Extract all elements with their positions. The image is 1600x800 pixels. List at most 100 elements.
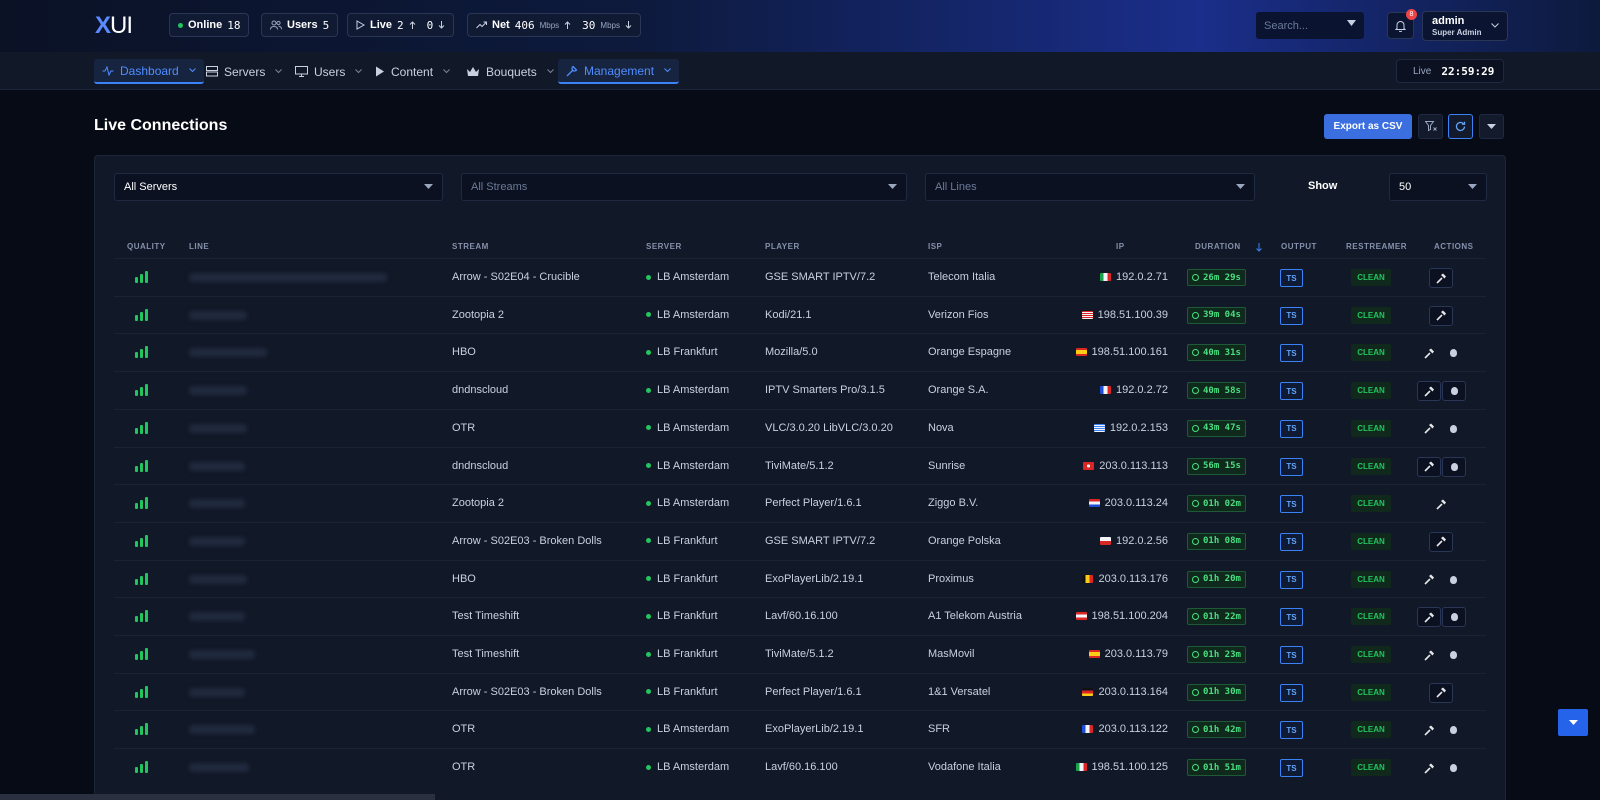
nav-bouquets[interactable]: Bouquets [458, 59, 562, 84]
table-row[interactable]: HBO LB Frankfurt Mozilla/5.0 Orange Espagne… [114, 333, 1486, 371]
table-row[interactable]: OTR LB Amsterdam VLC/3.0.20 LibVLC/3.0.20 N… [114, 408, 1486, 447]
kill-button[interactable] [1441, 570, 1465, 590]
line-username-redacted[interactable] [189, 499, 245, 509]
kick-button[interactable] [1417, 570, 1441, 590]
kick-button[interactable] [1417, 720, 1441, 740]
ip-address[interactable]: 192.0.2.71 [1100, 271, 1168, 283]
kill-button[interactable] [1441, 645, 1465, 665]
stream-name[interactable]: Arrow - S02E04 - Crucible [452, 271, 580, 283]
line-username-redacted[interactable] [189, 461, 245, 471]
ip-address[interactable]: 192.0.2.56 [1100, 535, 1168, 547]
table-row[interactable]: OTR LB Amsterdam Lavf/60.16.100 Vodafone It… [114, 748, 1486, 786]
ip-address[interactable]: 192.0.2.153 [1093, 422, 1168, 434]
ip-address[interactable]: 203.0.113.164 [1082, 686, 1168, 698]
ip-address[interactable]: 203.0.113.176 [1082, 573, 1168, 585]
ip-address[interactable]: 203.0.113.79 [1088, 648, 1168, 660]
kick-button[interactable] [1417, 381, 1441, 402]
clear-filters-button[interactable] [1418, 114, 1443, 139]
horizontal-scrollbar[interactable] [0, 794, 435, 800]
refresh-button[interactable] [1448, 114, 1473, 139]
kick-button[interactable] [1429, 682, 1453, 703]
kill-button[interactable] [1441, 343, 1465, 363]
col-stream[interactable]: STREAM [452, 242, 489, 251]
table-row[interactable]: Test Timeshift LB Frankfurt TiviMate/5.1.2… [114, 635, 1486, 673]
table-row[interactable]: Zootopia 2 LB Amsterdam Perfect Player/1.6… [114, 484, 1486, 522]
ip-address[interactable]: 203.0.113.24 [1088, 497, 1168, 509]
kick-button[interactable] [1417, 758, 1441, 778]
stream-name[interactable]: Arrow - S02E03 - Broken Dolls [452, 535, 602, 547]
col-ip[interactable]: IP [1116, 242, 1125, 251]
stream-name[interactable]: HBO [452, 573, 476, 585]
search-input[interactable] [1264, 19, 1344, 32]
nav-dashboard[interactable]: Dashboard [94, 59, 204, 84]
col-server[interactable]: SERVER [646, 242, 682, 251]
line-username-redacted[interactable] [189, 612, 245, 622]
stream-name[interactable]: OTR [452, 422, 475, 434]
page-size-select[interactable]: 50 [1389, 173, 1487, 201]
nav-management[interactable]: Management [558, 59, 680, 84]
stream-name[interactable]: OTR [452, 723, 475, 735]
ip-address[interactable]: 203.0.113.113 [1083, 460, 1168, 472]
stream-name[interactable]: Arrow - S02E03 - Broken Dolls [452, 686, 602, 698]
table-row[interactable]: Test Timeshift LB Frankfurt Lavf/60.16.100… [114, 597, 1486, 635]
line-username-redacted[interactable] [189, 536, 245, 546]
col-restreamer[interactable]: RESTREAMER [1346, 242, 1407, 251]
line-username-redacted[interactable] [189, 348, 267, 358]
line-username-redacted[interactable] [189, 650, 255, 659]
stream-name[interactable]: HBO [452, 346, 476, 358]
kick-button[interactable] [1429, 305, 1453, 326]
kick-button[interactable] [1417, 607, 1441, 628]
col-duration[interactable]: DURATION [1195, 242, 1241, 251]
kill-button[interactable] [1442, 607, 1466, 628]
stream-name[interactable]: Zootopia 2 [452, 497, 504, 509]
notifications-button[interactable]: 8 [1387, 9, 1417, 39]
table-row[interactable]: Arrow - S02E03 - Broken Dolls LB Frankfur… [114, 672, 1486, 711]
col-quality[interactable]: QUALITY [127, 242, 166, 251]
kick-button[interactable] [1417, 645, 1441, 665]
ip-address[interactable]: 192.0.2.72 [1100, 384, 1168, 396]
kill-button[interactable] [1442, 381, 1466, 402]
table-row[interactable]: Arrow - S02E03 - Broken Dolls LB Frankfur… [114, 521, 1486, 560]
col-output[interactable]: OUTPUT [1281, 242, 1317, 251]
kick-button[interactable] [1429, 531, 1453, 552]
scroll-to-top-button[interactable] [1558, 709, 1588, 736]
line-username-redacted[interactable] [189, 386, 247, 396]
kick-button[interactable] [1417, 343, 1441, 363]
ip-address[interactable]: 198.51.100.125 [1075, 761, 1168, 773]
line-username-redacted[interactable] [189, 574, 247, 584]
line-username-redacted[interactable] [189, 763, 249, 773]
kick-button[interactable] [1417, 456, 1441, 477]
line-username-redacted[interactable] [189, 687, 245, 697]
kill-button[interactable] [1441, 720, 1465, 740]
table-row[interactable]: HBO LB Frankfurt ExoPlayerLib/2.19.1 Proxim… [114, 559, 1486, 598]
streams-select[interactable]: All Streams [461, 173, 907, 201]
chevron-down-icon[interactable] [1347, 20, 1356, 26]
stream-name[interactable]: Zootopia 2 [452, 309, 504, 321]
line-username-redacted[interactable] [189, 725, 255, 735]
stream-name[interactable]: OTR [452, 761, 475, 773]
lines-select[interactable]: All Lines [925, 173, 1255, 201]
line-username-redacted[interactable] [189, 273, 387, 282]
more-options-button[interactable] [1479, 114, 1504, 139]
line-username-redacted[interactable] [189, 310, 247, 320]
table-row[interactable]: OTR LB Amsterdam ExoPlayerLib/2.19.1 SFR 203… [114, 710, 1486, 748]
ip-address[interactable]: 198.51.100.161 [1075, 346, 1168, 358]
sort-arrow-icon[interactable] [1256, 243, 1262, 252]
ip-address[interactable]: 198.51.100.204 [1075, 610, 1168, 622]
col-line[interactable]: LINE [189, 242, 209, 251]
nav-users[interactable]: Users [287, 59, 370, 84]
kick-button[interactable] [1417, 419, 1441, 439]
kill-button[interactable] [1442, 456, 1466, 477]
user-menu[interactable]: admin Super Admin [1422, 11, 1508, 41]
stream-name[interactable]: Test Timeshift [452, 648, 519, 660]
kick-button[interactable] [1429, 268, 1453, 288]
ip-address[interactable]: 198.51.100.39 [1081, 309, 1168, 321]
table-row[interactable]: Arrow - S02E04 - Crucible LB Amsterdam GSE… [114, 258, 1486, 296]
col-player[interactable]: PLAYER [765, 242, 800, 251]
servers-select[interactable]: All Servers [114, 173, 443, 201]
stream-name[interactable]: dndnscloud [452, 460, 508, 472]
app-logo[interactable]: XUI [95, 12, 133, 40]
nav-servers[interactable]: Servers [198, 59, 290, 84]
kill-button[interactable] [1441, 758, 1465, 778]
stream-name[interactable]: Test Timeshift [452, 610, 519, 622]
